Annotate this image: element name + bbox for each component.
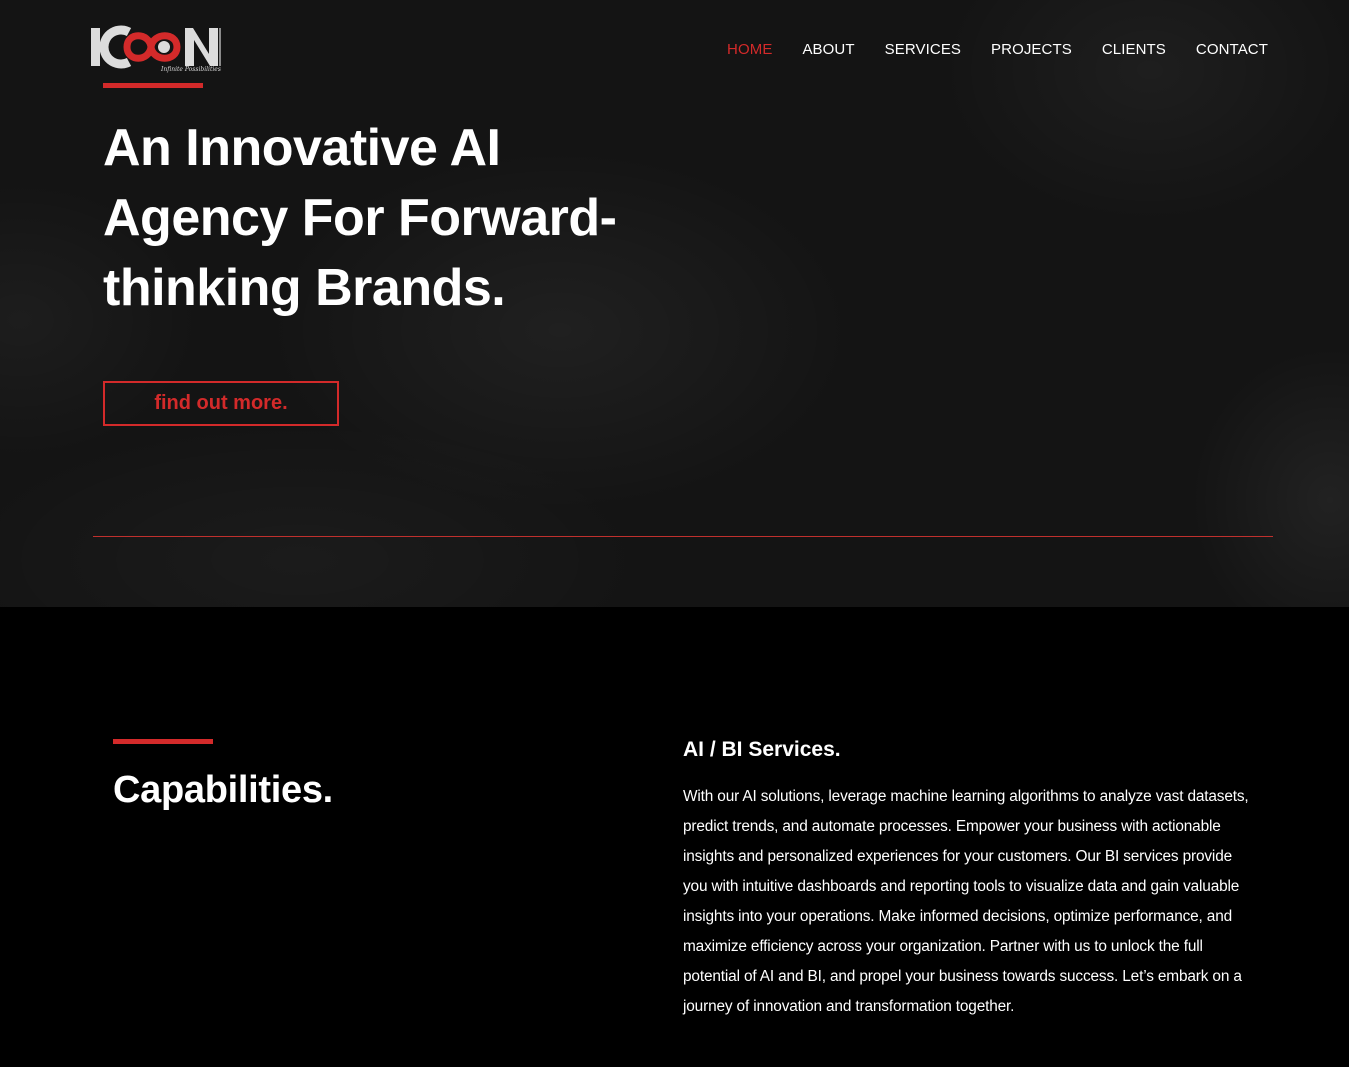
hero-divider [93, 536, 1273, 537]
hero-title-line-1: An Innovative AI [103, 119, 501, 177]
hero-section: Infinite Possibilities HOME ABOUT SERVIC… [0, 0, 1349, 607]
capabilities-title: Capabilities. [113, 769, 333, 811]
nav-contact[interactable]: CONTACT [1196, 40, 1268, 60]
service-description: With our AI solutions, leverage machine … [683, 788, 1249, 1015]
find-out-more-button[interactable]: find out more. [103, 381, 339, 426]
hero-accent-bar [103, 83, 203, 88]
hero-title-line-2: Agency For Forward- [103, 189, 617, 247]
capabilities-accent-bar [113, 739, 213, 744]
nav-about[interactable]: ABOUT [802, 40, 854, 60]
nav-home[interactable]: HOME [727, 40, 772, 60]
page: Infinite Possibilities HOME ABOUT SERVIC… [0, 0, 1349, 1067]
logo-link[interactable]: Infinite Possibilities [89, 24, 225, 76]
hero-title-line-3: thinking Brands. [103, 259, 506, 317]
nav-projects[interactable]: PROJECTS [991, 40, 1072, 60]
service-title: AI / BI Services. [683, 738, 841, 761]
hero-title: An Innovative AI Agency For Forward- thi… [103, 113, 703, 323]
nav-services[interactable]: SERVICES [885, 40, 961, 60]
main-nav: HOME ABOUT SERVICES PROJECTS CLIENTS CON… [697, 40, 1268, 60]
logo-tagline: Infinite Possibilities [161, 66, 221, 73]
nav-clients[interactable]: CLIENTS [1102, 40, 1166, 60]
